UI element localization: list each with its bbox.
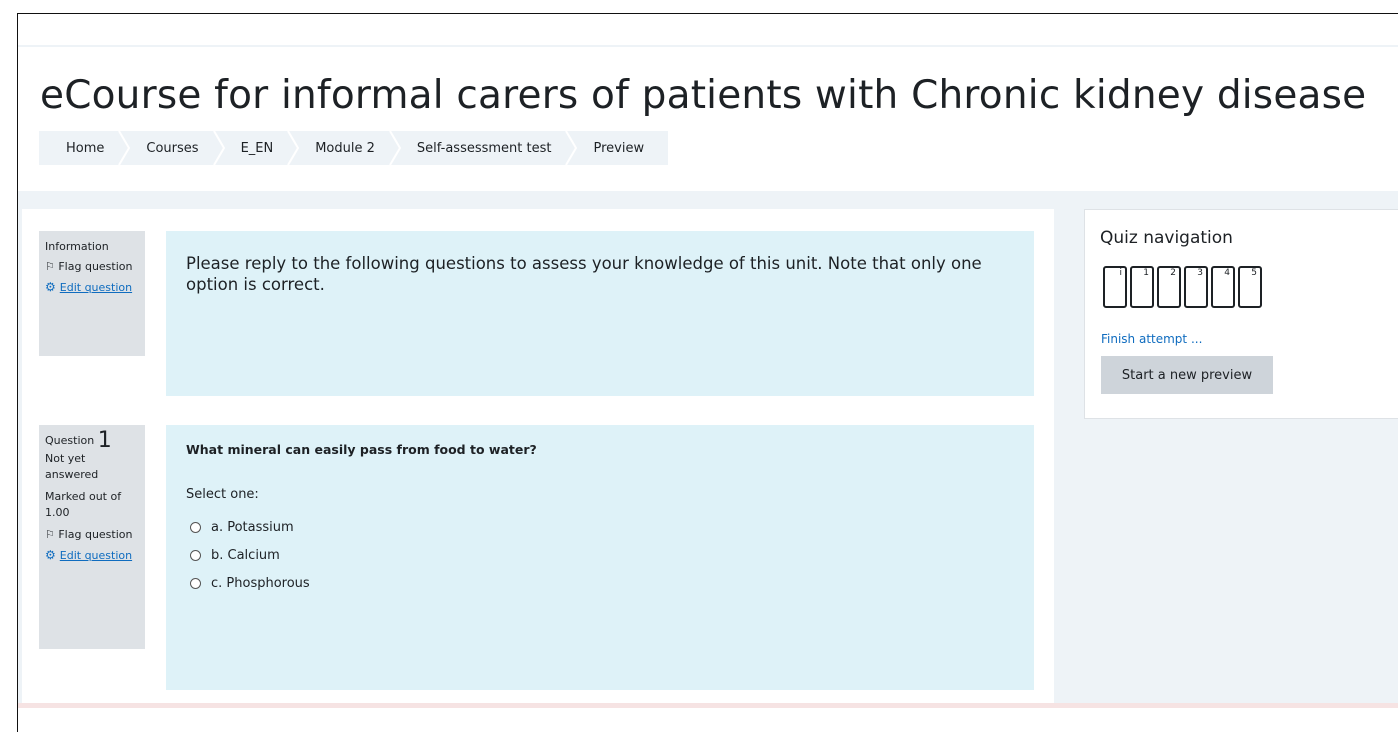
answer-label: c. Phosphorous xyxy=(211,575,310,591)
question-info-sidebar: Question 1 Not yet answered Marked out o… xyxy=(39,425,145,649)
breadcrumb-item-courses[interactable]: Courses xyxy=(124,131,225,165)
breadcrumb-item-home[interactable]: Home xyxy=(39,131,131,165)
breadcrumb: Home Courses E_EN Module 2 Self-assessme… xyxy=(39,131,669,165)
question-prefix: Question xyxy=(45,434,95,447)
nav-button-label: i xyxy=(1119,268,1122,278)
gear-icon: ⚙ xyxy=(45,548,56,562)
page-title: eCourse for informal carers of patients … xyxy=(40,73,1367,118)
flag-label: Flag question xyxy=(58,528,133,541)
quiz-navigation-buttons: i 1 2 3 4 5 xyxy=(1103,266,1265,308)
edit-label: Edit question xyxy=(59,281,133,294)
answer-option-b[interactable]: b. Calcium xyxy=(190,541,310,569)
info-block-content: Please reply to the following questions … xyxy=(166,231,1034,396)
breadcrumb-separator-icon xyxy=(287,131,300,165)
question-status: Not yet answered xyxy=(45,452,99,481)
answer-option-a[interactable]: a. Potassium xyxy=(190,513,310,541)
question-number: 1 xyxy=(97,428,112,453)
question-number-label: Question 1 xyxy=(45,430,139,452)
answer-option-c[interactable]: c. Phosphorous xyxy=(190,569,310,597)
breadcrumb-separator-icon xyxy=(389,131,401,165)
radio-button[interactable] xyxy=(190,577,201,589)
breadcrumb-label: E_EN xyxy=(240,140,274,156)
question-marks: Marked out of 1.00 xyxy=(45,490,122,519)
nav-button-5[interactable]: 5 xyxy=(1238,266,1262,308)
start-new-preview-button[interactable]: Start a new preview xyxy=(1101,356,1273,394)
quiz-navigation-title: Quiz navigation xyxy=(1100,228,1233,248)
nav-button-label: 3 xyxy=(1197,268,1203,278)
nav-button-3[interactable]: 3 xyxy=(1184,266,1208,308)
flag-label: Flag question xyxy=(58,260,133,273)
gear-icon: ⚙ xyxy=(45,280,56,294)
breadcrumb-label: Preview xyxy=(593,140,645,156)
breadcrumb-item-preview[interactable]: Preview xyxy=(571,131,668,165)
edit-question-link[interactable]: ⚙ Edit question xyxy=(45,279,139,296)
radio-button[interactable] xyxy=(190,549,201,561)
info-label: Information xyxy=(45,240,109,253)
nav-button-label: 2 xyxy=(1170,268,1176,278)
breadcrumb-separator-icon xyxy=(565,131,578,165)
nav-button-label: 5 xyxy=(1251,268,1257,278)
page-header: eCourse for informal carers of patients … xyxy=(18,45,1398,191)
quiz-navigation-panel: Quiz navigation i 1 2 3 4 5 Finish attem… xyxy=(1084,209,1398,419)
nav-button-label: 4 xyxy=(1224,268,1230,278)
breadcrumb-separator-icon xyxy=(118,131,131,165)
intro-text: Please reply to the following questions … xyxy=(186,254,982,294)
flag-question-link[interactable]: ⚐ Flag question xyxy=(45,259,139,275)
nav-button-4[interactable]: 4 xyxy=(1211,266,1235,308)
breadcrumb-label: Home xyxy=(66,140,105,156)
finish-attempt-link[interactable]: Finish attempt ... xyxy=(1101,332,1202,346)
answer-label: b. Calcium xyxy=(211,547,280,563)
breadcrumb-label: Courses xyxy=(146,140,199,156)
nav-button-label: 1 xyxy=(1143,268,1149,278)
edit-question-link[interactable]: ⚙ Edit question xyxy=(45,547,139,564)
info-block-sidebar: Information ⚐ Flag question ⚙ Edit questi… xyxy=(39,231,145,356)
nav-button-2[interactable]: 2 xyxy=(1157,266,1181,308)
breadcrumb-separator-icon xyxy=(212,131,225,165)
page-frame: eCourse for informal carers of patients … xyxy=(17,13,1398,732)
breadcrumb-label: Module 2 xyxy=(315,140,375,156)
answer-options: a. Potassium b. Calcium c. Phosphorous xyxy=(190,513,310,597)
flag-question-link[interactable]: ⚐ Flag question xyxy=(45,527,139,543)
answer-label: a. Potassium xyxy=(211,519,294,535)
breadcrumb-item-module[interactable]: Module 2 xyxy=(293,131,401,165)
select-one-label: Select one: xyxy=(186,487,259,502)
breadcrumb-item-quiz[interactable]: Self-assessment test xyxy=(395,131,578,165)
nav-button-1[interactable]: 1 xyxy=(1130,266,1154,308)
flag-icon: ⚐ xyxy=(45,528,59,541)
quiz-content-panel: Information ⚐ Flag question ⚙ Edit questi… xyxy=(22,209,1054,703)
radio-button[interactable] xyxy=(190,521,201,533)
footer-divider xyxy=(18,703,1398,708)
question-content: What mineral can easily pass from food t… xyxy=(166,425,1034,690)
nav-button-info[interactable]: i xyxy=(1103,266,1127,308)
breadcrumb-label: Self-assessment test xyxy=(416,140,552,156)
question-text: What mineral can easily pass from food t… xyxy=(186,442,537,457)
edit-label: Edit question xyxy=(59,549,133,562)
breadcrumb-item-course[interactable]: E_EN xyxy=(219,131,300,165)
flag-icon: ⚐ xyxy=(45,260,59,273)
